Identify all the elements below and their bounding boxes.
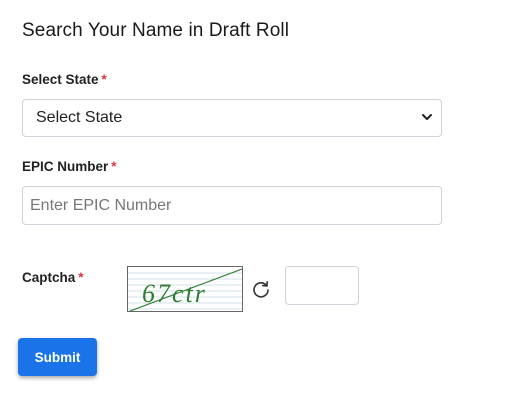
epic-number-placeholder: Enter EPIC Number — [30, 196, 172, 214]
state-select-value: Select State — [36, 109, 123, 126]
captcha-input[interactable] — [285, 266, 359, 305]
state-select[interactable]: Select State — [22, 99, 442, 137]
captcha-image: 67ctr — [127, 266, 243, 312]
captcha-graphic: 67ctr — [128, 268, 242, 311]
captcha-label-text: Captcha — [22, 270, 76, 285]
chevron-down-icon — [422, 114, 432, 120]
required-mark: * — [111, 159, 117, 174]
state-label-text: Select State — [22, 72, 99, 87]
required-mark: * — [101, 72, 107, 87]
captcha-label: Captcha * — [22, 270, 84, 285]
submit-button[interactable]: Submit — [18, 338, 97, 376]
refresh-icon[interactable] — [250, 278, 272, 300]
epic-label-text: EPIC Number — [22, 159, 109, 174]
required-mark: * — [78, 270, 84, 285]
epic-label: EPIC Number * — [22, 159, 117, 174]
captcha-text: 67ctr — [142, 279, 207, 308]
state-label: Select State * — [22, 72, 107, 87]
page-title: Search Your Name in Draft Roll — [22, 20, 290, 41]
epic-number-input[interactable]: Enter EPIC Number — [22, 186, 442, 225]
